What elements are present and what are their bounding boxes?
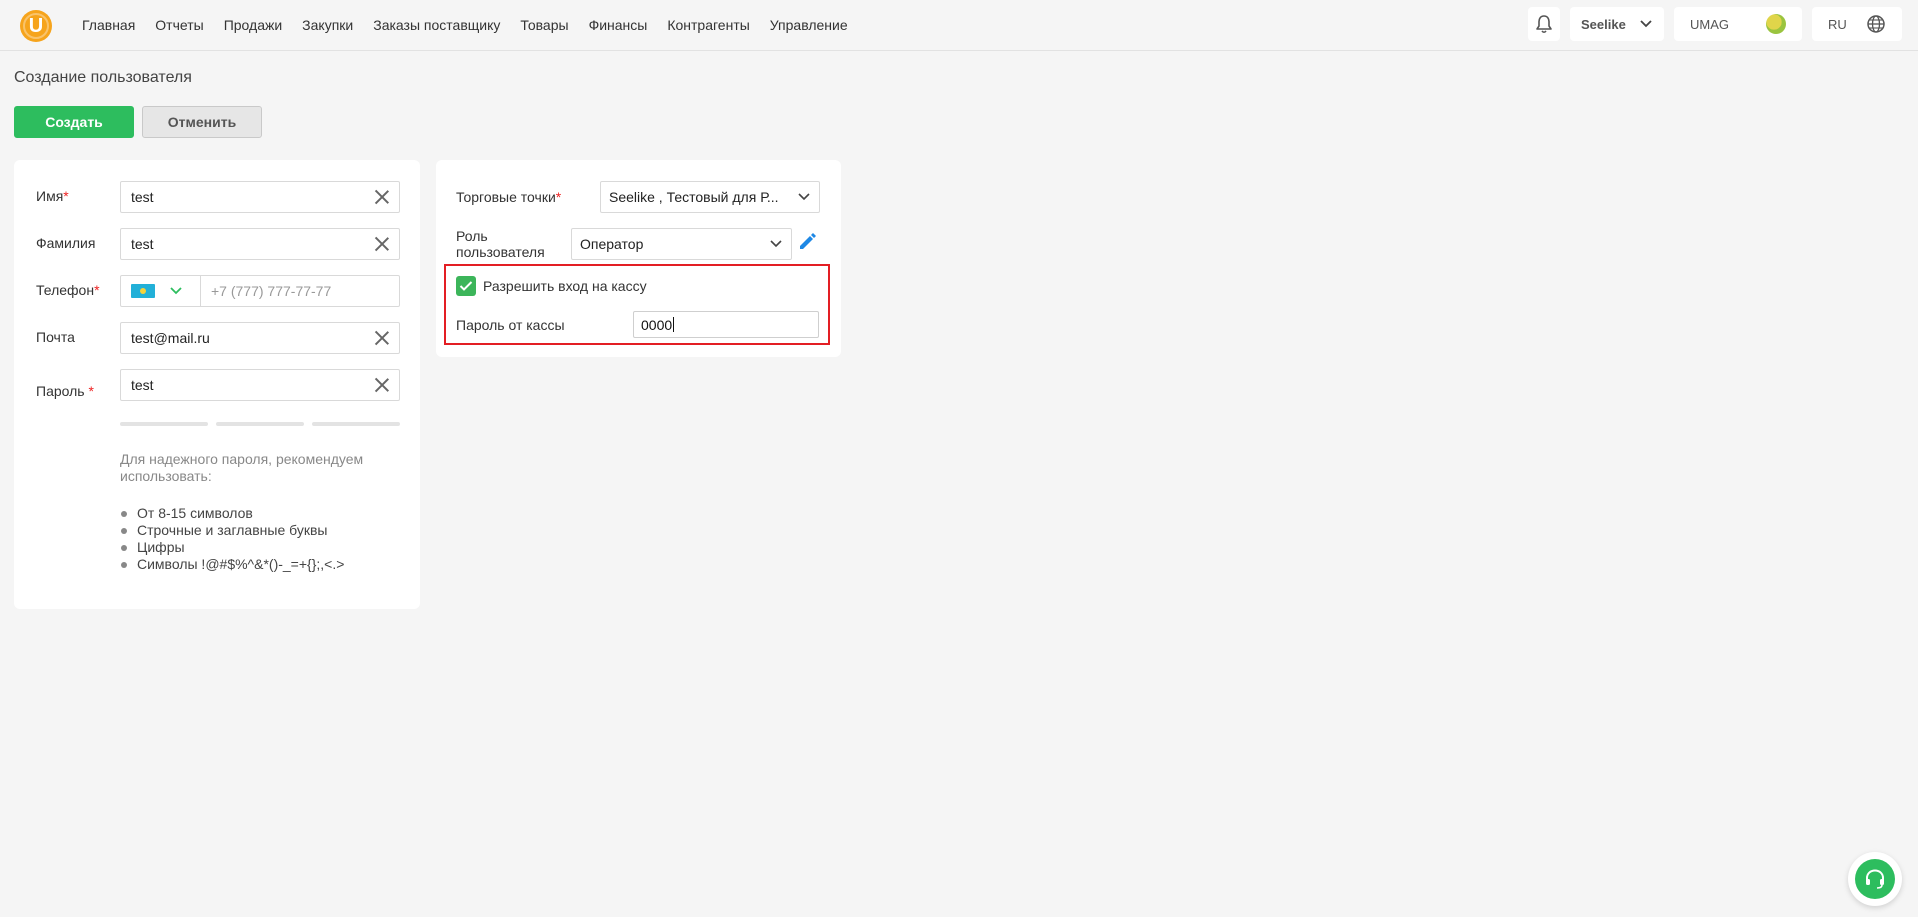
chevron-down-icon [770, 240, 782, 248]
org-selector[interactable]: Seelike [1570, 7, 1664, 41]
email-value: test@mail.ru [131, 330, 210, 346]
logo[interactable]: U [20, 10, 52, 42]
list-item: Строчные и заглавные буквы [120, 522, 344, 539]
phone-input[interactable]: +7 (777) 777-77-77 [201, 283, 399, 299]
name-label: Имя* [36, 188, 69, 204]
nav-item-management[interactable]: Управление [770, 17, 848, 33]
stores-value: Seelike , Тестовый для Р... [609, 189, 779, 205]
language-selector[interactable]: RU [1812, 7, 1902, 41]
allow-kassa-label[interactable]: Разрешить вход на кассу [483, 278, 647, 294]
allow-kassa-checkbox[interactable] [456, 276, 476, 296]
language-code: RU [1828, 16, 1847, 32]
org-name: Seelike [1581, 16, 1626, 32]
nav-item-reports[interactable]: Отчеты [155, 17, 203, 33]
role-label: Роль пользователя [456, 228, 545, 260]
role-value: Оператор [580, 236, 644, 252]
globe-icon [1867, 15, 1885, 33]
email-label: Почта [36, 329, 75, 345]
phone-field: +7 (777) 777-77-77 [120, 275, 400, 307]
close-icon[interactable] [375, 378, 389, 392]
close-icon[interactable] [375, 331, 389, 345]
stores-label: Торговые точки* [456, 189, 562, 205]
nav-item-counterparties[interactable]: Контрагенты [667, 17, 749, 33]
password-hint: Для надежного пароля, рекомендуем исполь… [120, 451, 364, 484]
cancel-button[interactable]: Отменить [142, 106, 262, 138]
password-strength-bar-2 [216, 422, 304, 426]
nav-item-products[interactable]: Товары [520, 17, 568, 33]
surname-label: Фамилия [36, 235, 96, 251]
password-label: Пароль * [36, 383, 94, 399]
bell-icon [1536, 15, 1552, 34]
close-icon[interactable] [375, 237, 389, 251]
kazakhstan-flag-icon [131, 284, 155, 298]
support-chat-button[interactable] [1848, 852, 1902, 906]
list-item: От 8-15 символов [120, 505, 344, 522]
kassa-password-input[interactable]: 0000 [633, 311, 819, 338]
nav-item-sales[interactable]: Продажи [224, 17, 282, 33]
notifications-button[interactable] [1528, 7, 1560, 41]
create-button[interactable]: Создать [14, 106, 134, 138]
pencil-icon[interactable] [797, 230, 819, 252]
account-menu[interactable]: UMAG [1674, 7, 1802, 41]
password-strength-bar-3 [312, 422, 400, 426]
role-select[interactable]: Оператор [571, 228, 792, 260]
nav-item-finance[interactable]: Финансы [589, 17, 648, 33]
phone-label: Телефон* [36, 282, 100, 298]
password-field[interactable]: test [120, 369, 400, 401]
email-field[interactable]: test@mail.ru [120, 322, 400, 354]
account-name: UMAG [1690, 16, 1729, 32]
chevron-down-icon [1640, 20, 1652, 28]
country-code-selector[interactable] [121, 276, 201, 306]
chevron-down-icon [170, 287, 182, 295]
support-button-circle [1855, 859, 1895, 899]
nav-item-supplier-orders[interactable]: Заказы поставщику [373, 17, 500, 33]
page-title: Создание пользователя [14, 69, 192, 86]
nav-item-purchases[interactable]: Закупки [302, 17, 353, 33]
name-value: test [131, 189, 154, 205]
list-item: Цифры [120, 539, 344, 556]
text-cursor [673, 317, 675, 332]
surname-value: test [131, 236, 154, 252]
surname-field[interactable]: test [120, 228, 400, 260]
avatar [1766, 14, 1786, 34]
kassa-password-value: 0000 [641, 316, 673, 333]
password-value: test [131, 377, 154, 393]
list-item: Символы !@#$%^&*()-_=+{};,<.> [120, 556, 344, 573]
password-strength-bar-1 [120, 422, 208, 426]
close-icon[interactable] [375, 190, 389, 204]
nav-item-home[interactable]: Главная [82, 17, 135, 33]
chevron-down-icon [798, 193, 810, 201]
name-field[interactable]: test [120, 181, 400, 213]
stores-select[interactable]: Seelike , Тестовый для Р... [600, 181, 820, 213]
top-bar: U Главная Отчеты Продажи Закупки Заказы … [0, 0, 1918, 51]
main-nav: Главная Отчеты Продажи Закупки Заказы по… [82, 0, 868, 50]
kassa-password-label: Пароль от кассы [456, 317, 565, 333]
password-rules-list: От 8-15 символов Строчные и заглавные бу… [120, 505, 344, 573]
headset-icon [1866, 869, 1884, 889]
check-icon [459, 281, 473, 291]
